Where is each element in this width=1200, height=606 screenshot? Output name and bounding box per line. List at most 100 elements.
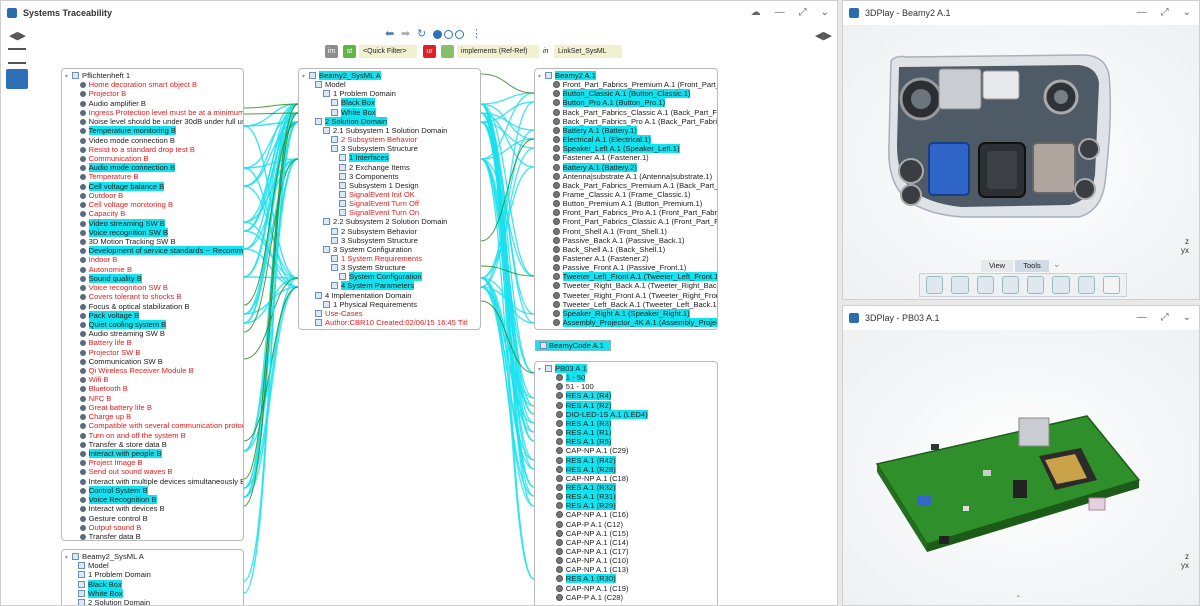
sysml-item[interactable]: SignalEvent Turn Off <box>339 199 419 208</box>
measure-icon[interactable] <box>1077 276 1095 294</box>
requirement-item[interactable]: Control System B <box>79 485 148 495</box>
product-item[interactable]: Front_Part_Fabrics_Pro A.1 (Front_Part_F… <box>552 208 717 217</box>
requirement-item[interactable]: Video streaming SW B <box>79 218 165 228</box>
requirement-item[interactable]: Quiet cooling system B <box>79 319 167 329</box>
requirement-item[interactable]: NFC B <box>79 394 111 403</box>
requirement-item[interactable]: Voice Recognition B <box>79 495 157 505</box>
pcb-item[interactable]: CAP-P A.1 (C28) <box>555 593 623 602</box>
sysml-item[interactable]: 1 Physical Requirements <box>323 300 417 309</box>
requirement-item[interactable]: Ingress Protection level must be at a mi… <box>79 108 243 117</box>
sysml-item[interactable]: 1 Problem Domain <box>323 89 396 98</box>
requirement-item[interactable]: Development of service standards -- Reco… <box>79 246 243 256</box>
requirement-item[interactable]: Autonomie B <box>79 265 132 274</box>
pb_tree-root[interactable]: ▾ PB03 A.1 <box>538 364 587 373</box>
requirement-item[interactable]: Compatible with several communication pr… <box>79 421 243 430</box>
sysml-item[interactable]: 2 Solution Domain <box>315 116 388 126</box>
product-item[interactable]: Antenna|substrate A.1 (Antenna|substrate… <box>552 172 712 181</box>
requirement-item[interactable]: Interact with people B <box>79 449 162 459</box>
sysml-item[interactable]: 4 System Parameters <box>331 281 415 291</box>
product-item[interactable]: Front_Shell A.1 (Front_Shell.1) <box>552 227 667 236</box>
filter-chip-ur[interactable]: ur <box>423 45 436 58</box>
pcb-item[interactable]: RES A.1 (R30) <box>555 574 616 584</box>
product-item[interactable]: Back_Part_Fabrics_Premium A.1 (Back_Part… <box>552 181 717 190</box>
pcb-item[interactable]: 1 - 50 <box>555 373 586 383</box>
requirement-item[interactable]: Focus & optical stabilization B <box>79 302 189 311</box>
minimize-icon[interactable]: — <box>775 7 785 18</box>
chevron-down-icon[interactable]: ⌄ <box>821 7 829 18</box>
sysml-item[interactable]: 3 System Structure <box>331 263 406 272</box>
product-item[interactable]: Electrical A.1 (Electrical.1) <box>552 135 651 145</box>
pcb-item[interactable]: CAP-NP A.1 (C15) <box>555 529 629 538</box>
requirement-item[interactable]: Interact with multiple devices simultane… <box>79 477 243 486</box>
product-item[interactable]: Button_Classic A.1 (Button_Classic.1) <box>552 89 691 99</box>
back-arrow-icon[interactable]: ⬅ <box>385 27 394 40</box>
view-orientation-icon[interactable] <box>1052 276 1070 294</box>
sysml-item[interactable]: Author:CBR10 Created:02/06/15 16:45 Titl <box>315 318 468 327</box>
tools-tab[interactable]: Tools <box>1015 260 1049 272</box>
home-view-icon[interactable] <box>926 276 944 294</box>
pcb-item[interactable]: RES A.1 (R2) <box>555 400 612 410</box>
left_tree2-root[interactable]: ▾ Beamy2_SysML A <box>65 552 144 561</box>
pcb-item[interactable]: CAP-NP A.1 (C10) <box>555 556 629 565</box>
view-tab[interactable]: View <box>981 260 1013 272</box>
sysml-item[interactable]: 3 Components <box>339 172 398 181</box>
pcb-item[interactable]: CAP-P A.1 (C12) <box>555 520 623 529</box>
product-item[interactable]: Speaker_Left A.1 (Speaker_Left.1) <box>552 144 680 154</box>
sysml-item[interactable]: 2 Subsystem Behavior <box>331 227 417 236</box>
sysml-item[interactable]: SignalEvent Turn On <box>339 208 419 217</box>
sysml-item[interactable]: 2.2 Subsystem 2 Solution Domain <box>323 217 447 226</box>
product-item[interactable]: Tweeter_Right_Front A.1 (Tweeter_Right_F… <box>552 291 717 300</box>
sysml-item[interactable]: Model <box>315 80 346 89</box>
viewer-pb03-canvas[interactable]: z yx ⌃ <box>843 330 1199 605</box>
sysml-item[interactable]: 2.1 Subsystem 1 Solution Domain <box>323 126 447 135</box>
sysml-item[interactable]: 1 System Requirements <box>331 254 422 263</box>
requirement-item[interactable]: Resist to a standard drop test B <box>79 145 195 154</box>
pcb-item[interactable]: RES A.1 (R28) <box>555 464 616 474</box>
filter-chip-st[interactable]: st <box>343 45 356 58</box>
requirement-item[interactable]: Wifi B <box>79 375 108 384</box>
pcb-item[interactable]: RES A.1 (R5) <box>555 437 612 447</box>
requirement-item[interactable]: Cell voltage balance B <box>79 181 165 191</box>
minimize-icon-3[interactable]: — <box>1137 312 1147 323</box>
pcb-item[interactable]: RES A.1 (R32) <box>555 482 616 492</box>
product-item[interactable]: Passive_Back A.1 (Passive_Back.1) <box>552 236 685 245</box>
requirement-item[interactable]: Video mode connection B <box>79 136 175 145</box>
product-item[interactable]: Assembly_Projector_4K A.1 (Assembly_Proj… <box>552 318 717 328</box>
pcb-item[interactable]: RES A.1 (R29) <box>555 501 616 511</box>
pcb-item[interactable]: CAP-NP A.1 (C13) <box>555 565 629 574</box>
requirement-item[interactable]: Audio mode connection B <box>79 163 176 173</box>
sysml-item[interactable]: 2 Exchange Items <box>339 163 410 172</box>
quick-filter-input[interactable]: <Quick Filter> <box>359 45 417 58</box>
pcb-item[interactable]: CAP-NP A.1 (C16) <box>555 510 629 519</box>
depth-dot-icon-2[interactable] <box>455 30 464 39</box>
depth-dot-icon[interactable] <box>444 30 453 39</box>
pcb-item[interactable]: RES A.1 (R4) <box>555 391 612 401</box>
product-item[interactable]: Battery A.1 (Battery.2) <box>552 162 637 172</box>
requirement-item[interactable]: Audio amplifier B <box>79 99 146 108</box>
sysml-item[interactable]: 1 Interfaces <box>339 153 389 163</box>
requirement-item[interactable]: Pack voltage B <box>79 310 140 320</box>
product-item[interactable]: Front_Part_Fabrics_Classic A.1 (Front_Pa… <box>552 217 717 226</box>
chevron-down-icon-2[interactable]: ⌄ <box>1183 7 1191 18</box>
expand-icon-2[interactable]: ⤢ <box>1161 7 1169 18</box>
requirement-item[interactable]: Covers tolerant to shocks B <box>79 292 181 301</box>
pcb-item[interactable]: CAP-NP A.1 (C14) <box>555 538 629 547</box>
requirement-item[interactable]: Battery life B <box>79 338 132 347</box>
product-item[interactable]: Back_Part_Fabrics_Classic A.1 (Back_Part… <box>552 108 717 117</box>
cloud-icon[interactable]: ☁ <box>751 7 761 18</box>
requirement-item[interactable]: Projector B <box>79 89 126 98</box>
sysml-item[interactable]: Subsystem 1 Design <box>339 181 419 190</box>
linkset-filter[interactable]: LinkSet_SysML <box>554 45 622 58</box>
hide-show-icon[interactable] <box>976 276 994 294</box>
sysml-lower-item[interactable]: 2 Solution Domain <box>78 598 150 605</box>
expand-icon-3[interactable]: ⤢ <box>1161 312 1169 323</box>
relation-filter[interactable]: implements (Ref-Ref) <box>457 45 539 58</box>
requirement-item[interactable]: Capacity B <box>79 209 125 218</box>
sysml-item[interactable]: SignalEvent Init OK <box>339 190 415 199</box>
list-view-icon[interactable] <box>8 48 26 64</box>
product-item[interactable]: Tweeter_Left_Front A.1 (Tweeter_Left_Fro… <box>552 272 717 282</box>
right_tree-root[interactable]: ▾ Beamy2 A.1 <box>538 71 596 80</box>
requirement-item[interactable]: Temperature B <box>79 172 138 181</box>
annotate-icon[interactable] <box>1102 276 1120 294</box>
requirement-item[interactable]: Cell voltage monitoring B <box>79 200 173 209</box>
